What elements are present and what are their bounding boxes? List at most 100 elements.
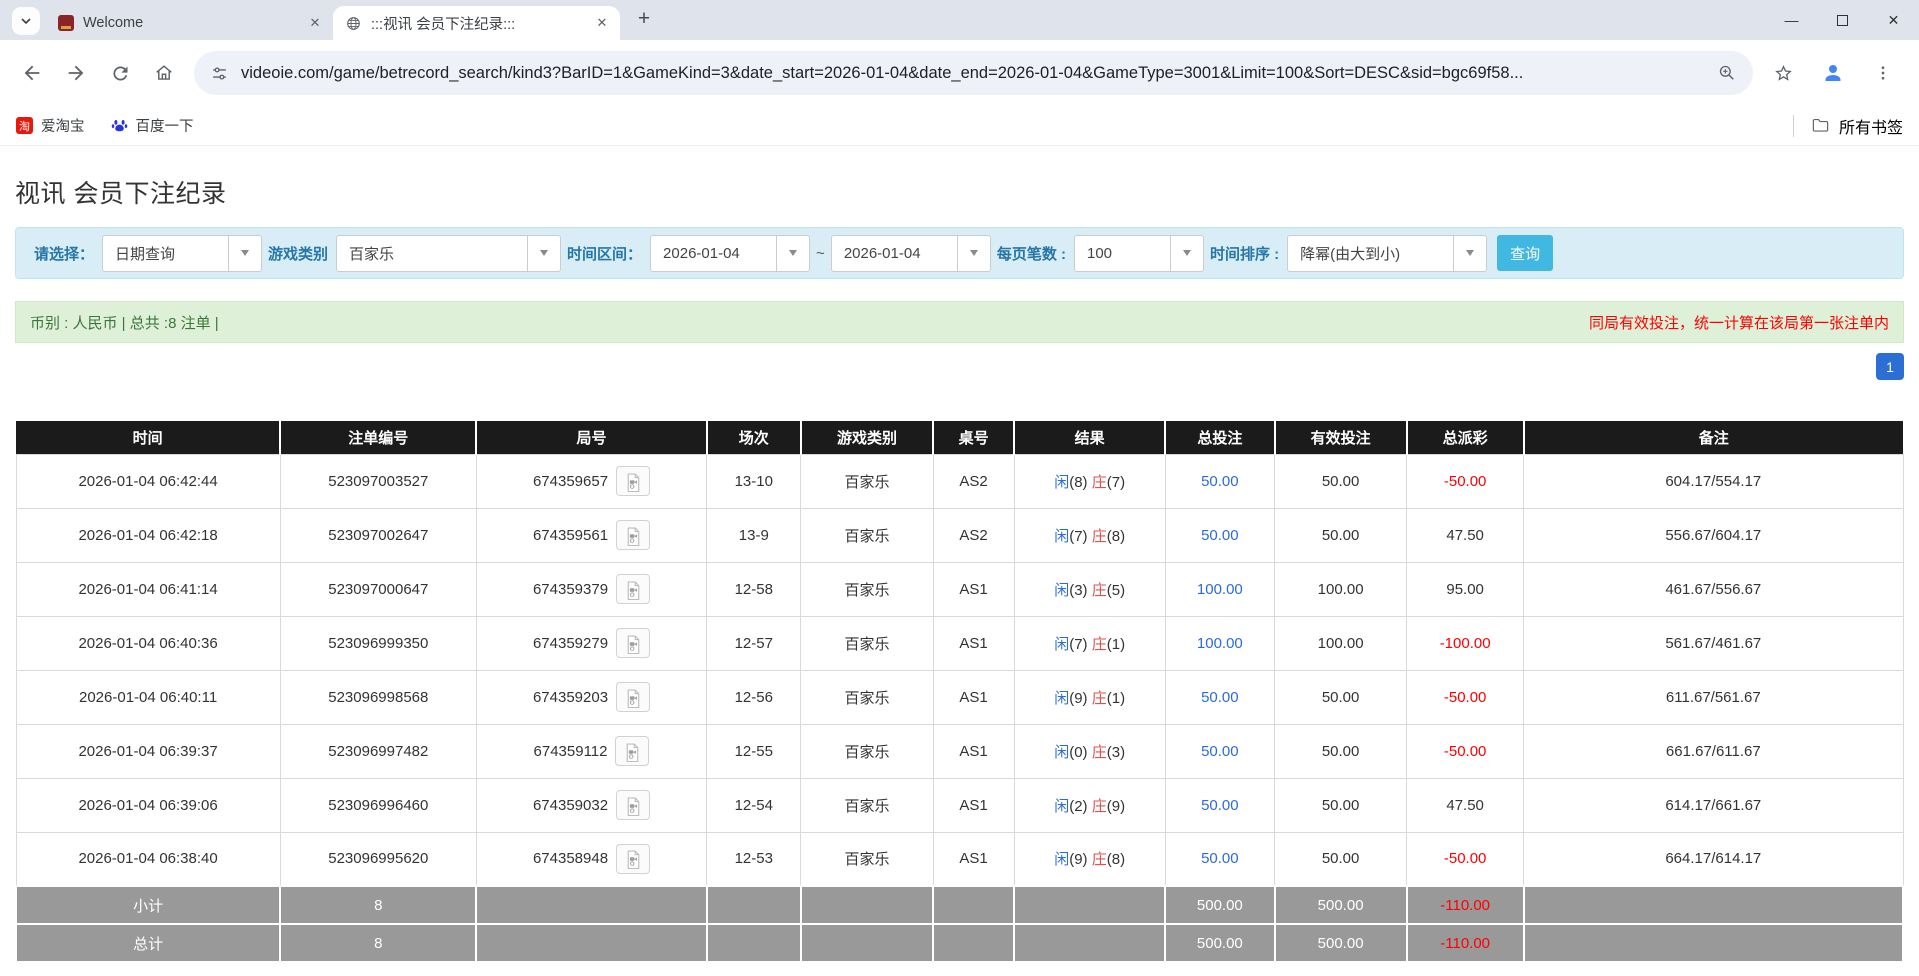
note-cell: 604.17/554.17 [1524, 454, 1903, 508]
table-row: 2026-01-04 06:42:44523097003527674359657… [16, 454, 1903, 508]
player-result: 闲 [1054, 744, 1069, 761]
note-cell: 661.67/611.67 [1524, 724, 1903, 778]
video-replay-button[interactable] [616, 844, 650, 874]
time-sort-select[interactable]: 降幂(由大到小) [1287, 235, 1487, 272]
url-text: videoie.com/game/betrecord_search/kind3?… [241, 64, 1705, 83]
banker-result: 庄 [1092, 528, 1107, 545]
column-header: 总投注 [1165, 421, 1274, 454]
total-bet-cell: 50.00 [1165, 778, 1274, 832]
zoom-icon[interactable] [1717, 63, 1737, 83]
banker-result: 庄 [1092, 474, 1107, 491]
maximize-button[interactable] [1817, 0, 1868, 40]
total-bet-cell: 50.00 [1165, 724, 1274, 778]
table-no-cell: AS1 [933, 562, 1014, 616]
valid-bet-notice-text: 同局有效投注，统一计算在该局第一张注单内 [1589, 312, 1889, 333]
date-end-select[interactable]: 2026-01-04 [831, 235, 991, 272]
query-type-select[interactable]: 日期查询 [102, 235, 262, 272]
player-result: 闲 [1054, 690, 1069, 707]
video-replay-button[interactable] [616, 574, 650, 604]
window-controls: — ✕ [1766, 0, 1919, 40]
time-cell: 2026-01-04 06:42:44 [16, 454, 280, 508]
round-number: 674359032 [533, 797, 608, 814]
tab-bet-records[interactable]: :::视讯 会员下注纪录::: ✕ [333, 6, 620, 40]
table-row: 2026-01-04 06:41:14523097000647674359379… [16, 562, 1903, 616]
payout-cell: -50.00 [1407, 724, 1524, 778]
table-body: 2026-01-04 06:42:44523097003527674359657… [16, 454, 1903, 886]
total-bet-link[interactable]: 50.00 [1201, 689, 1239, 706]
total-bet-link[interactable]: 50.00 [1201, 797, 1239, 814]
url-bar[interactable]: videoie.com/game/betrecord_search/kind3?… [194, 51, 1753, 95]
browser-menu-button[interactable] [1863, 53, 1903, 93]
tab-search-button[interactable] [12, 7, 40, 35]
banker-points: (7) [1107, 474, 1125, 491]
tab-close-icon[interactable]: ✕ [305, 13, 325, 33]
tab-close-icon[interactable]: ✕ [592, 13, 612, 33]
minimize-button[interactable]: — [1766, 0, 1817, 40]
total-bet-link[interactable]: 50.00 [1201, 743, 1239, 760]
game-type-cell: 百家乐 [801, 832, 933, 886]
session-cell: 12-57 [707, 616, 801, 670]
bookmark-baidu[interactable]: 百度一下 [111, 115, 194, 136]
date-start-select[interactable]: 2026-01-04 [650, 235, 810, 272]
summary-row: 总计8500.00500.00-110.00 [16, 924, 1903, 962]
column-header: 桌号 [933, 421, 1014, 454]
bookmark-aitaobao[interactable]: 淘 爱淘宝 [16, 115, 85, 136]
banker-points: (9) [1107, 798, 1125, 815]
page-button[interactable]: 1 [1876, 353, 1904, 380]
summary-empty-cell [476, 924, 706, 962]
per-page-select[interactable]: 100 [1074, 235, 1204, 272]
result-cell: 闲(7) 庄(1) [1014, 616, 1165, 670]
banker-result: 庄 [1092, 744, 1107, 761]
player-result: 闲 [1054, 528, 1069, 545]
time-cell: 2026-01-04 06:39:37 [16, 724, 280, 778]
bookmark-star-button[interactable] [1763, 53, 1803, 93]
total-bet-link[interactable]: 100.00 [1197, 581, 1243, 598]
reload-button[interactable] [100, 53, 140, 93]
valid-bet-cell: 100.00 [1275, 616, 1407, 670]
valid-bet-cell: 50.00 [1275, 670, 1407, 724]
banker-result: 庄 [1092, 798, 1107, 815]
bet-id-cell: 523096995620 [280, 832, 476, 886]
video-replay-button[interactable] [616, 628, 650, 658]
round-number-wrap: 674359657 [533, 466, 650, 496]
forward-arrow-icon [65, 62, 87, 84]
total-bet-link[interactable]: 100.00 [1197, 635, 1243, 652]
profile-avatar-button[interactable] [1813, 53, 1853, 93]
tab-welcome[interactable]: Welcome ✕ [46, 6, 333, 40]
video-replay-button[interactable] [616, 682, 650, 712]
banker-result: 庄 [1092, 690, 1107, 707]
three-dot-menu-icon [1874, 64, 1892, 82]
session-cell: 12-53 [707, 832, 801, 886]
all-bookmarks[interactable]: 所有书签 [1793, 114, 1903, 138]
round-cell: 674359379 [476, 562, 706, 616]
video-replay-button[interactable] [615, 736, 649, 766]
site-settings-tune-icon[interactable] [210, 64, 229, 83]
summary-empty-cell [1014, 924, 1165, 962]
banker-result: 庄 [1092, 636, 1107, 653]
total-bet-link[interactable]: 50.00 [1201, 473, 1239, 490]
query-type-value: 日期查询 [103, 236, 228, 271]
back-button[interactable] [12, 53, 52, 93]
new-tab-button[interactable]: + [630, 5, 658, 33]
baidu-paw-icon [111, 117, 128, 134]
summary-empty-cell [801, 924, 933, 962]
close-button[interactable]: ✕ [1868, 0, 1919, 40]
round-number-wrap: 674359279 [533, 628, 650, 658]
video-replay-button[interactable] [616, 466, 650, 496]
video-replay-button[interactable] [616, 790, 650, 820]
game-type-cell: 百家乐 [801, 724, 933, 778]
total-bet-link[interactable]: 50.00 [1201, 527, 1239, 544]
video-replay-button[interactable] [616, 520, 650, 550]
round-cell: 674359112 [476, 724, 706, 778]
forward-button[interactable] [56, 53, 96, 93]
player-points: (7) [1069, 528, 1092, 545]
round-cell: 674359203 [476, 670, 706, 724]
home-button[interactable] [144, 53, 184, 93]
banker-points: (5) [1107, 582, 1125, 599]
total-bet-link[interactable]: 50.00 [1201, 850, 1239, 867]
game-kind-select[interactable]: 百家乐 [336, 235, 561, 272]
player-points: (3) [1069, 582, 1092, 599]
welcome-favicon-icon [58, 15, 74, 31]
valid-bet-cell: 50.00 [1275, 508, 1407, 562]
search-button[interactable]: 查询 [1497, 235, 1553, 271]
